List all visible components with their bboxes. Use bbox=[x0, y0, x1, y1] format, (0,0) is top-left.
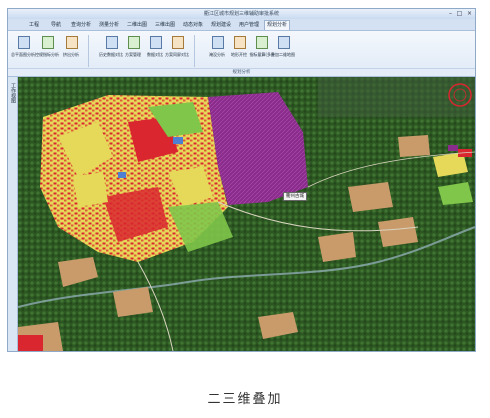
overlay-zone-right bbox=[448, 145, 458, 151]
map-canvas[interactable] bbox=[18, 77, 475, 351]
menu-tab[interactable]: 三维出图 bbox=[152, 20, 178, 31]
data-compare-icon bbox=[150, 36, 162, 49]
ribbon-button[interactable]: 指标量算(多) bbox=[249, 34, 273, 64]
ribbon-button[interactable]: 地形开挖 bbox=[228, 34, 250, 64]
menu-tab[interactable]: 规划建设 bbox=[208, 20, 234, 31]
ribbon-button[interactable]: 挤出分析 bbox=[60, 34, 82, 64]
map-callout-label[interactable]: 衢州古城 bbox=[283, 192, 307, 201]
maximize-icon[interactable]: □ bbox=[455, 10, 464, 17]
ribbon-button-label: 叠加二维地图 bbox=[271, 52, 295, 57]
farmland-patch bbox=[348, 182, 393, 212]
menu-tab[interactable]: 用户管理 bbox=[236, 20, 262, 31]
ribbon-button-label: 方案同屏对比 bbox=[165, 52, 189, 57]
close-icon[interactable]: × bbox=[465, 10, 474, 17]
public-facility bbox=[173, 137, 183, 144]
ribbon-button[interactable]: 叠加二维地图 bbox=[271, 34, 295, 64]
split-screen-icon bbox=[172, 36, 184, 49]
overlay-2d-icon bbox=[278, 36, 290, 49]
ribbon-group-label: 规划分析 bbox=[8, 68, 475, 76]
red-parcel-corner bbox=[18, 335, 43, 351]
farmland-patch bbox=[318, 232, 356, 262]
ribbon-button[interactable]: 淹没分析 bbox=[206, 34, 228, 64]
menu-tab[interactable]: 导航 bbox=[46, 20, 66, 31]
title-bar: 衢江区城市规划三维辅助审批系统 – □ × bbox=[8, 9, 475, 19]
minimize-icon[interactable]: – bbox=[446, 10, 455, 17]
farmland-patch bbox=[378, 217, 418, 247]
extrude-icon bbox=[66, 36, 78, 49]
figure-caption: 二三维叠加 bbox=[207, 392, 283, 407]
measure-icon bbox=[256, 36, 268, 49]
ribbon-button[interactable]: 总平面图分析 bbox=[11, 34, 35, 64]
left-side-pane[interactable]: 工作视图 bbox=[8, 77, 18, 351]
menu-tab[interactable]: 查询分析 bbox=[68, 20, 94, 31]
control-index-icon bbox=[42, 36, 54, 49]
plan-manage-icon bbox=[128, 36, 140, 49]
left-pane-label: 工作视图 bbox=[10, 83, 16, 103]
flood-icon bbox=[212, 36, 224, 49]
farmland-patch bbox=[398, 135, 430, 157]
ribbon-separator bbox=[194, 35, 195, 67]
residential-zone-west bbox=[73, 172, 108, 207]
ribbon-button[interactable]: 方案同屏对比 bbox=[165, 34, 189, 64]
window-title: 衢江区城市规划三维辅助审批系统 bbox=[203, 11, 279, 17]
farmland-patch bbox=[113, 287, 153, 317]
map-view[interactable]: 衢州古城 bbox=[18, 77, 475, 351]
ribbon-button[interactable]: 数据对比 bbox=[144, 34, 166, 64]
ribbon-button[interactable]: 方案管理 bbox=[122, 34, 144, 64]
app-window: 衢江区城市规划三维辅助审批系统 – □ × 工程 导航 查询分析 测量分析 二维出图 三维… bbox=[7, 8, 476, 352]
hills-far bbox=[318, 77, 475, 117]
menu-tab[interactable]: 二维出图 bbox=[124, 20, 150, 31]
menu-tab[interactable]: 测量分析 bbox=[96, 20, 122, 31]
site-plan-icon bbox=[18, 36, 30, 49]
ribbon-button[interactable]: 控规指标分析 bbox=[35, 34, 59, 64]
ribbon-button[interactable]: 历史数据对比 bbox=[99, 34, 123, 64]
menu-bar: 工程 导航 查询分析 测量分析 二维出图 三维出图 动态对象 规划建设 用户管理 规划分析 bbox=[8, 19, 475, 31]
menu-tab[interactable]: 动态对象 bbox=[180, 20, 206, 31]
public-facility-2 bbox=[118, 172, 126, 178]
menu-tab[interactable]: 规划分析 bbox=[264, 20, 290, 30]
terrain-cut-icon bbox=[234, 36, 246, 49]
ribbon-button-label: 挤出分析 bbox=[63, 52, 79, 57]
ribbon-toolbar: 规划分析 总平面图分析 控规指标分析 挤出分析 历史数据对比 方案管理 数据对比 方案同屏对… bbox=[8, 31, 475, 77]
ribbon-separator bbox=[88, 35, 89, 67]
history-compare-icon bbox=[106, 36, 118, 49]
menu-tab[interactable]: 工程 bbox=[24, 20, 44, 31]
